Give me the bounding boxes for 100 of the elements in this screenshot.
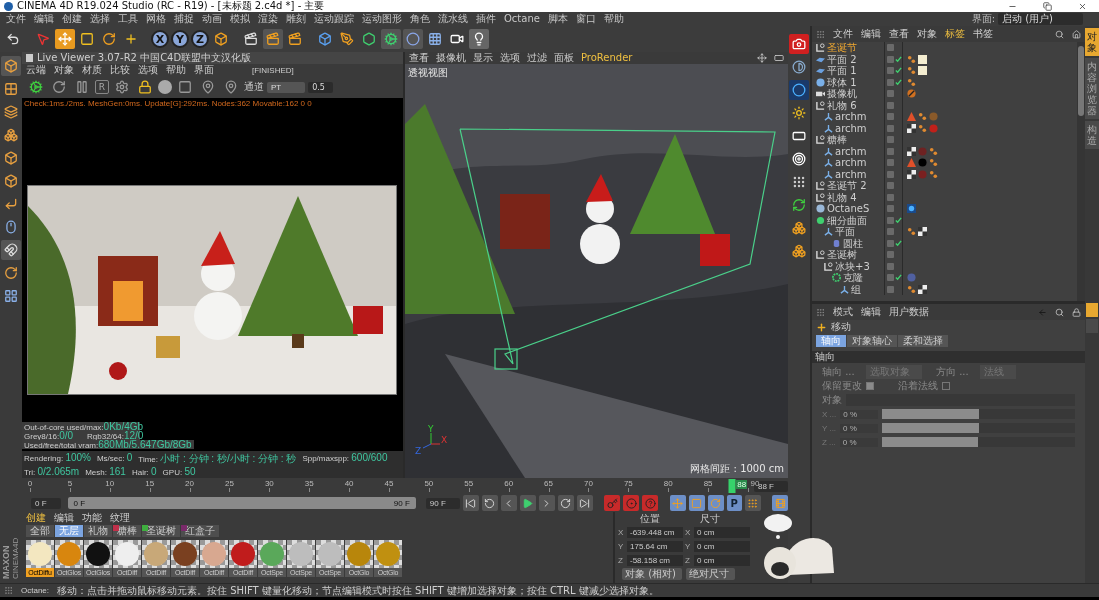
phong-tag-icon[interactable]: [918, 123, 927, 133]
material-swatch[interactable]: [374, 540, 402, 568]
checker-tag-icon[interactable]: [918, 284, 927, 294]
check-icon[interactable]: [895, 274, 902, 282]
material-menu-item[interactable]: 功能: [82, 512, 102, 524]
material-swatch[interactable]: [316, 540, 344, 568]
menu-item[interactable]: 动画: [198, 12, 226, 26]
menu-item[interactable]: 运动图形: [358, 12, 406, 26]
viewport-menu-item[interactable]: 显示: [473, 52, 493, 64]
check-icon[interactable]: [895, 216, 902, 224]
panel-menu-item[interactable]: 用户数据: [889, 305, 929, 319]
attribute-tab[interactable]: 柔和选择: [898, 335, 948, 347]
dock-tab[interactable]: 构造: [1085, 121, 1099, 149]
menu-item[interactable]: 捕捉: [170, 12, 198, 26]
object-name[interactable]: 糖棒: [827, 134, 847, 146]
viewer-menu-item[interactable]: 云端: [26, 64, 46, 76]
magnet-icon[interactable]: [1, 240, 21, 260]
viewer-menu-item[interactable]: 对象: [54, 64, 74, 76]
search-icon[interactable]: [1055, 307, 1064, 317]
menu-item[interactable]: 编辑: [30, 12, 58, 26]
phong-tag-icon[interactable]: [918, 112, 927, 122]
panel-menu-item[interactable]: 标签: [945, 27, 965, 41]
attribute-tab[interactable]: 对象轴心: [847, 335, 897, 347]
viewer-menu-item[interactable]: 界面: [194, 64, 214, 76]
search-icon[interactable]: [1055, 29, 1064, 39]
object-name[interactable]: archm: [835, 111, 867, 123]
scrollbar-thumb[interactable]: [1078, 46, 1084, 116]
viewport-menu-item[interactable]: 选项: [500, 52, 520, 64]
light-bulb-icon[interactable]: [469, 29, 489, 49]
step-forward-icon[interactable]: [538, 495, 555, 511]
frame-range-slider[interactable]: 0 F 90 F: [67, 497, 416, 509]
dock-tab[interactable]: 对象: [1085, 28, 1099, 56]
menu-item[interactable]: 窗口: [571, 12, 600, 26]
object-name[interactable]: archm: [835, 122, 867, 134]
checkbox[interactable]: [942, 382, 950, 390]
checker-tag-icon[interactable]: [907, 169, 916, 179]
phong-tag-icon[interactable]: [929, 146, 938, 156]
panel-grip-icon[interactable]: [816, 29, 825, 39]
previous-key-icon[interactable]: [481, 495, 498, 511]
object-name[interactable]: archm: [835, 168, 867, 180]
menu-item[interactable]: 选择: [86, 12, 114, 26]
go-to-start-icon[interactable]: [462, 495, 479, 511]
position-field[interactable]: -639.448 cm: [627, 527, 683, 538]
lock-icon[interactable]: [1072, 307, 1081, 317]
slider-fill[interactable]: [881, 437, 979, 447]
material-menu-item[interactable]: 创建: [26, 512, 46, 524]
material-swatch[interactable]: [142, 540, 170, 568]
checker-tag-icon[interactable]: [907, 146, 916, 156]
menu-item[interactable]: Octane: [500, 12, 544, 26]
panel-menu-item[interactable]: 查看: [889, 27, 909, 41]
axis-lock-button[interactable]: Z: [191, 30, 209, 48]
object-name[interactable]: 圆柱: [843, 237, 863, 249]
layout-icon[interactable]: [774, 53, 784, 63]
object-name[interactable]: OctaneS: [827, 203, 870, 215]
viewer-menu-item[interactable]: 帮助: [166, 64, 186, 76]
object-name[interactable]: 平面 2: [827, 53, 857, 65]
panel-menu-item[interactable]: 书签: [973, 27, 993, 41]
pan-icon[interactable]: [757, 53, 767, 63]
move-icon[interactable]: [55, 29, 75, 49]
material-swatch[interactable]: [287, 540, 315, 568]
object-name[interactable]: 礼物 4: [827, 191, 857, 203]
menu-item[interactable]: 帮助: [599, 12, 628, 26]
viewer-menu-item[interactable]: 选项: [138, 64, 158, 76]
help-icon[interactable]: [642, 495, 659, 511]
object-name[interactable]: 冰块+3: [835, 260, 870, 272]
size-field[interactable]: 0 cm: [694, 555, 750, 566]
menu-item[interactable]: 创建: [58, 12, 86, 26]
viewport-menu-item[interactable]: 过滤: [527, 52, 547, 64]
next-key-icon[interactable]: [557, 495, 574, 511]
checkbox[interactable]: [866, 382, 874, 390]
axis-lock-button[interactable]: Y: [171, 30, 189, 48]
object-name[interactable]: 克隆: [843, 272, 863, 284]
panel-menu-item[interactable]: 文件: [833, 27, 853, 41]
channel-dropdown[interactable]: PT: [267, 81, 306, 93]
material-menu-item[interactable]: 纹理: [110, 512, 130, 524]
menu-item[interactable]: 网格: [142, 12, 170, 26]
clapperboard-icon[interactable]: [263, 29, 283, 49]
phong-tag-icon[interactable]: [907, 54, 916, 64]
axis-lock-button[interactable]: X: [151, 30, 169, 48]
home-icon[interactable]: [1072, 29, 1081, 39]
circle-icon[interactable]: [403, 29, 423, 49]
menu-item[interactable]: 运动跟踪: [310, 12, 358, 26]
size-field[interactable]: 0 cm: [694, 527, 750, 538]
gear-icon[interactable]: [381, 29, 401, 49]
dock-tab[interactable]: 内容浏览器: [1085, 58, 1099, 119]
slider-fill[interactable]: [882, 423, 979, 433]
viewport-menu-item[interactable]: 摄像机: [436, 52, 466, 64]
phong-tag-icon[interactable]: [907, 227, 916, 237]
value-field[interactable]: 0 %: [839, 437, 878, 447]
checker-tag-icon[interactable]: [907, 123, 916, 133]
material-swatch[interactable]: [345, 540, 373, 568]
object-name[interactable]: 礼物 6: [827, 99, 857, 111]
object-name[interactable]: archm: [835, 145, 867, 157]
material-swatch[interactable]: [84, 540, 112, 568]
material-swatch[interactable]: [113, 540, 141, 568]
phong-tag-icon[interactable]: [907, 284, 916, 294]
object-name[interactable]: 摄像机: [827, 88, 857, 100]
camera-icon[interactable]: [789, 34, 809, 54]
menu-item[interactable]: 脚本: [543, 12, 572, 26]
object-name[interactable]: 圣诞树: [827, 249, 857, 261]
